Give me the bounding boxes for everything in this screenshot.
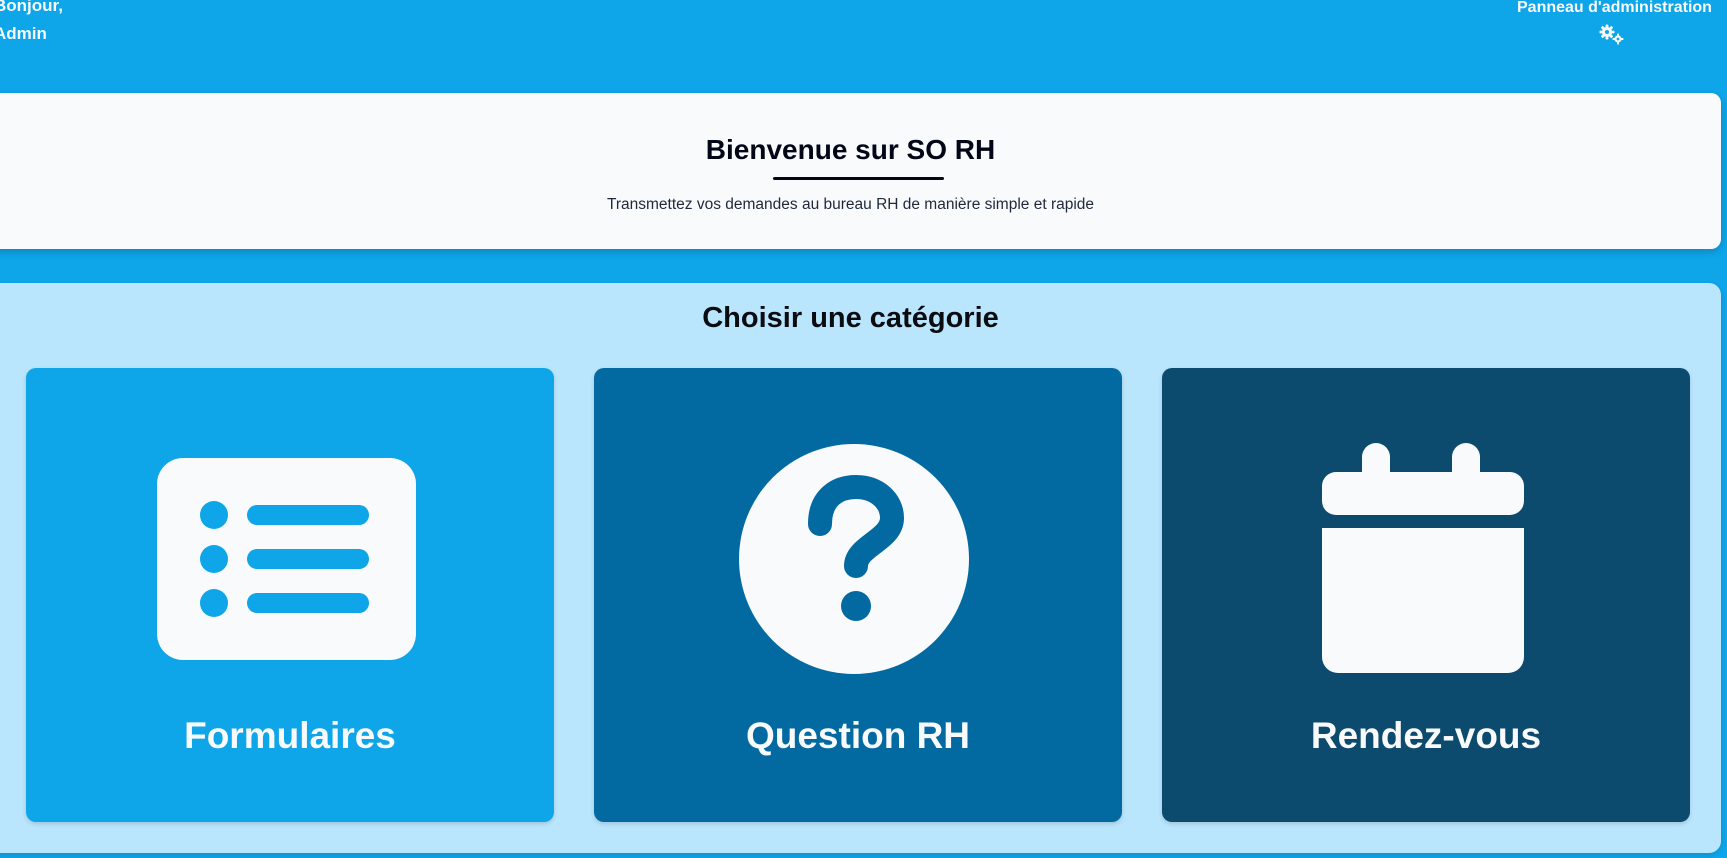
greeting-line-1: Bonjour, xyxy=(0,0,63,15)
category-label: Formulaires xyxy=(184,715,396,756)
welcome-title: Bienvenue sur SO RH xyxy=(705,134,996,165)
categories-heading: Choisir une catégorie xyxy=(702,302,999,334)
list-icon xyxy=(157,458,416,660)
greeting: Bonjour, Admin xyxy=(0,0,63,48)
welcome-subtitle: Transmettez vos demandes au bureau RH de… xyxy=(606,196,1095,213)
category-card-rendez-vous[interactable]: Rendez-vous xyxy=(1162,368,1690,822)
greeting-user-name: Admin xyxy=(0,24,47,43)
gears-icon xyxy=(1599,24,1624,45)
category-card-question-rh[interactable]: Question RH xyxy=(594,368,1122,822)
admin-panel-label: Panneau d'administration xyxy=(1517,0,1712,16)
category-label: Question RH xyxy=(745,715,971,756)
title-underline xyxy=(773,177,944,180)
category-label: Rendez-vous xyxy=(1310,715,1542,756)
question-circle-icon xyxy=(739,444,969,674)
welcome-panel: Bienvenue sur SO RH Transmettez vos dema… xyxy=(0,93,1721,249)
categories-panel: Choisir une catégorie Formulaires Questi… xyxy=(0,283,1721,853)
category-card-formulaires[interactable]: Formulaires xyxy=(26,368,554,822)
top-bar: Bonjour, Admin Panneau d'administration xyxy=(0,0,1727,80)
admin-panel-link[interactable]: Panneau d'administration xyxy=(1517,0,1712,46)
calendar-icon xyxy=(1322,443,1524,673)
